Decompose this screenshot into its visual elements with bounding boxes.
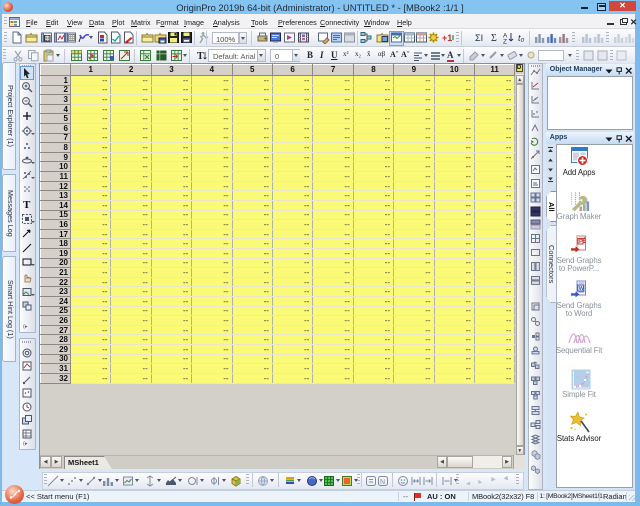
svg-text:W: W xyxy=(579,286,585,292)
svg-text:ΣΙ: ΣΙ xyxy=(475,33,483,43)
svg-text:+1: +1 xyxy=(442,33,452,43)
svg-text:Σ: Σ xyxy=(491,33,497,44)
svg-text:T: T xyxy=(23,199,31,210)
svg-text:t₀: t₀ xyxy=(518,33,525,43)
svg-text:T: T xyxy=(197,51,204,62)
svg-text:P: P xyxy=(579,239,583,245)
svg-text:Z: Z xyxy=(503,39,507,45)
svg-text:N: N xyxy=(380,479,385,486)
